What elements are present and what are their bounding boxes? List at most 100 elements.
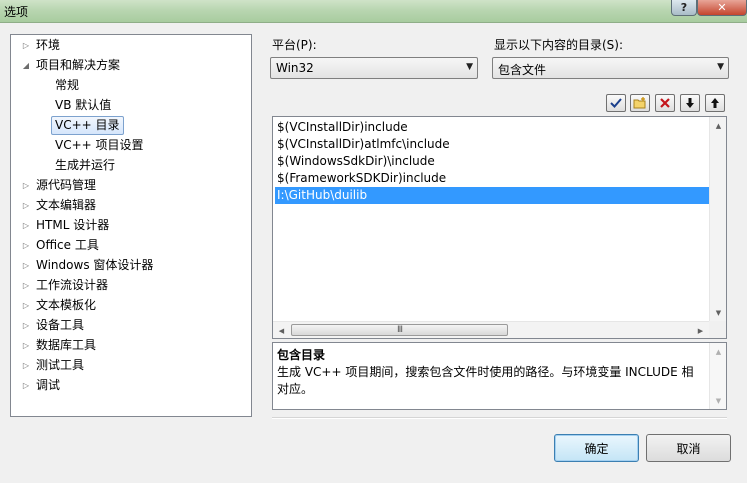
show-dirs-label: 显示以下内容的目录(S):: [494, 38, 624, 52]
expand-arrow-icon[interactable]: ▷: [21, 196, 31, 215]
scroll-down-icon[interactable]: ▼: [710, 392, 727, 409]
vertical-scrollbar[interactable]: ▲ ▼: [709, 117, 726, 321]
tree-item-label: Office 工具: [36, 238, 99, 252]
close-button[interactable]: ✕: [697, 0, 747, 16]
list-item[interactable]: $(FrameworkSDKDir)include: [275, 170, 709, 187]
scroll-left-icon[interactable]: ◀: [273, 322, 290, 338]
help-icon: ?: [680, 1, 688, 14]
tree-item[interactable]: 常规: [11, 76, 249, 95]
tree-item[interactable]: VC++ 项目设置: [11, 136, 249, 155]
scroll-down-icon[interactable]: ▼: [710, 304, 726, 321]
list-item[interactable]: $(VCInstallDir)include: [275, 119, 709, 136]
tree-item-label: 常规: [55, 78, 80, 92]
list-item[interactable]: $(WindowsSdkDir)\include: [275, 153, 709, 170]
scroll-corner: [709, 321, 726, 338]
help-button[interactable]: ?: [671, 0, 697, 16]
cancel-label: 取消: [676, 441, 701, 456]
description-title: 包含目录: [277, 348, 326, 362]
tree-item[interactable]: 生成并运行: [11, 156, 249, 175]
tree-item-label: 项目和解决方案: [36, 58, 121, 72]
tree-item[interactable]: ◢ 项目和解决方案: [11, 56, 249, 75]
tree-item-label: 文本编辑器: [36, 198, 97, 212]
tree-item[interactable]: ▷ Office 工具: [11, 236, 249, 255]
chevron-down-icon: ▼: [466, 62, 473, 72]
platform-label: 平台(P):: [272, 38, 317, 52]
scroll-grip: III: [397, 325, 403, 335]
tree-item[interactable]: ▷ 文本模板化: [11, 296, 249, 315]
close-icon: ✕: [717, 1, 727, 14]
scroll-up-icon[interactable]: ▲: [710, 117, 726, 134]
tree-item-label: 数据库工具: [36, 338, 97, 352]
scroll-right-icon[interactable]: ▶: [692, 322, 709, 338]
tree-item-label: Windows 窗体设计器: [36, 258, 154, 272]
move-down-button[interactable]: [680, 94, 700, 112]
tree-item[interactable]: ▷ 源代码管理: [11, 176, 249, 195]
tree-item[interactable]: ▷ Windows 窗体设计器: [11, 256, 249, 275]
new-folder-icon: [633, 97, 646, 109]
delete-button[interactable]: [655, 94, 675, 112]
tree-item-label: VB 默认值: [55, 98, 112, 112]
tree-item[interactable]: ▷ HTML 设计器: [11, 216, 249, 235]
list-item[interactable]: $(VCInstallDir)atlmfc\include: [275, 136, 709, 153]
window-title: 选项: [4, 5, 29, 19]
collapse-arrow-icon[interactable]: ◢: [21, 56, 31, 75]
check-button[interactable]: [606, 94, 626, 112]
expand-arrow-icon[interactable]: ▷: [21, 356, 31, 375]
tree-item-label: 调试: [36, 378, 61, 392]
separator: [272, 417, 727, 419]
tree-item[interactable]: ▷ 设备工具: [11, 316, 249, 335]
arrow-down-icon: [686, 98, 694, 108]
expand-arrow-icon[interactable]: ▷: [21, 316, 31, 335]
tree-item-label: 生成并运行: [55, 158, 116, 172]
show-dirs-value: 包含文件: [498, 63, 547, 77]
horizontal-scroll-thumb[interactable]: III: [291, 324, 508, 336]
tree-item[interactable]: ▷ 工作流设计器: [11, 276, 249, 295]
tree-item[interactable]: ▷ 数据库工具: [11, 336, 249, 355]
expand-arrow-icon[interactable]: ▷: [21, 276, 31, 295]
list-item[interactable]: I:\GitHub\duilib: [275, 187, 709, 204]
expand-arrow-icon[interactable]: ▷: [21, 256, 31, 275]
expand-arrow-icon[interactable]: ▷: [21, 36, 31, 55]
tree-item[interactable]: ▷ 文本编辑器: [11, 196, 249, 215]
expand-arrow-icon[interactable]: ▷: [21, 216, 31, 235]
horizontal-scrollbar[interactable]: ◀ III ▶: [273, 321, 709, 338]
new-folder-button[interactable]: [630, 94, 650, 112]
expand-arrow-icon[interactable]: ▷: [21, 176, 31, 195]
expand-arrow-icon[interactable]: ▷: [21, 376, 31, 395]
tree-item-label: 文本模板化: [36, 298, 97, 312]
checkmark-icon: [610, 98, 622, 108]
tree-item[interactable]: ▷ 调试: [11, 376, 249, 395]
description-box: 包含目录 生成 VC++ 项目期间，搜索包含文件时使用的路径。与环境变量 INC…: [272, 342, 727, 410]
show-dirs-combo[interactable]: 包含文件 ▼: [492, 57, 729, 79]
tree-item-label: 工作流设计器: [36, 278, 109, 292]
tree-item[interactable]: ▷ 环境: [11, 36, 249, 55]
tree-item[interactable]: ▷ 测试工具: [11, 356, 249, 375]
tree-item-label: 测试工具: [36, 358, 85, 372]
options-tree[interactable]: ▷ 环境 ◢ 项目和解决方案常规 VB 默认值 VC++ 目录 VC++ 项目设置 生成并运行…: [10, 34, 252, 417]
ok-button[interactable]: 确定: [554, 434, 639, 462]
cancel-button[interactable]: 取消: [646, 434, 731, 462]
tree-item-label: 设备工具: [36, 318, 85, 332]
expand-arrow-icon[interactable]: ▷: [21, 236, 31, 255]
delete-x-icon: [660, 98, 670, 108]
chevron-down-icon: ▼: [717, 62, 724, 72]
tree-item-label: VC++ 项目设置: [55, 138, 144, 152]
platform-value: Win32: [276, 61, 314, 75]
move-up-button[interactable]: [705, 94, 725, 112]
expand-arrow-icon[interactable]: ▷: [21, 296, 31, 315]
scroll-up-icon[interactable]: ▲: [710, 343, 727, 360]
description-text: 生成 VC++ 项目期间，搜索包含文件时使用的路径。与环境变量 INCLUDE …: [277, 365, 694, 396]
title-bar[interactable]: 选项 ? ✕: [0, 0, 747, 23]
tree-item-label: HTML 设计器: [36, 218, 110, 232]
tree-item[interactable]: VB 默认值: [11, 96, 249, 115]
dialog-client: ▷ 环境 ◢ 项目和解决方案常规 VB 默认值 VC++ 目录 VC++ 项目设置 生成并运行…: [0, 23, 747, 483]
arrow-up-icon: [711, 98, 719, 108]
ok-label: 确定: [584, 441, 609, 456]
tree-item-label: 源代码管理: [36, 178, 97, 192]
tree-item[interactable]: VC++ 目录: [11, 116, 249, 135]
tree-item-label: 环境: [36, 38, 61, 52]
platform-combo[interactable]: Win32 ▼: [270, 57, 478, 79]
directory-list[interactable]: $(VCInstallDir)include $(VCInstallDir)atl…: [272, 116, 727, 339]
description-scrollbar[interactable]: ▲ ▼: [709, 343, 726, 409]
expand-arrow-icon[interactable]: ▷: [21, 336, 31, 355]
